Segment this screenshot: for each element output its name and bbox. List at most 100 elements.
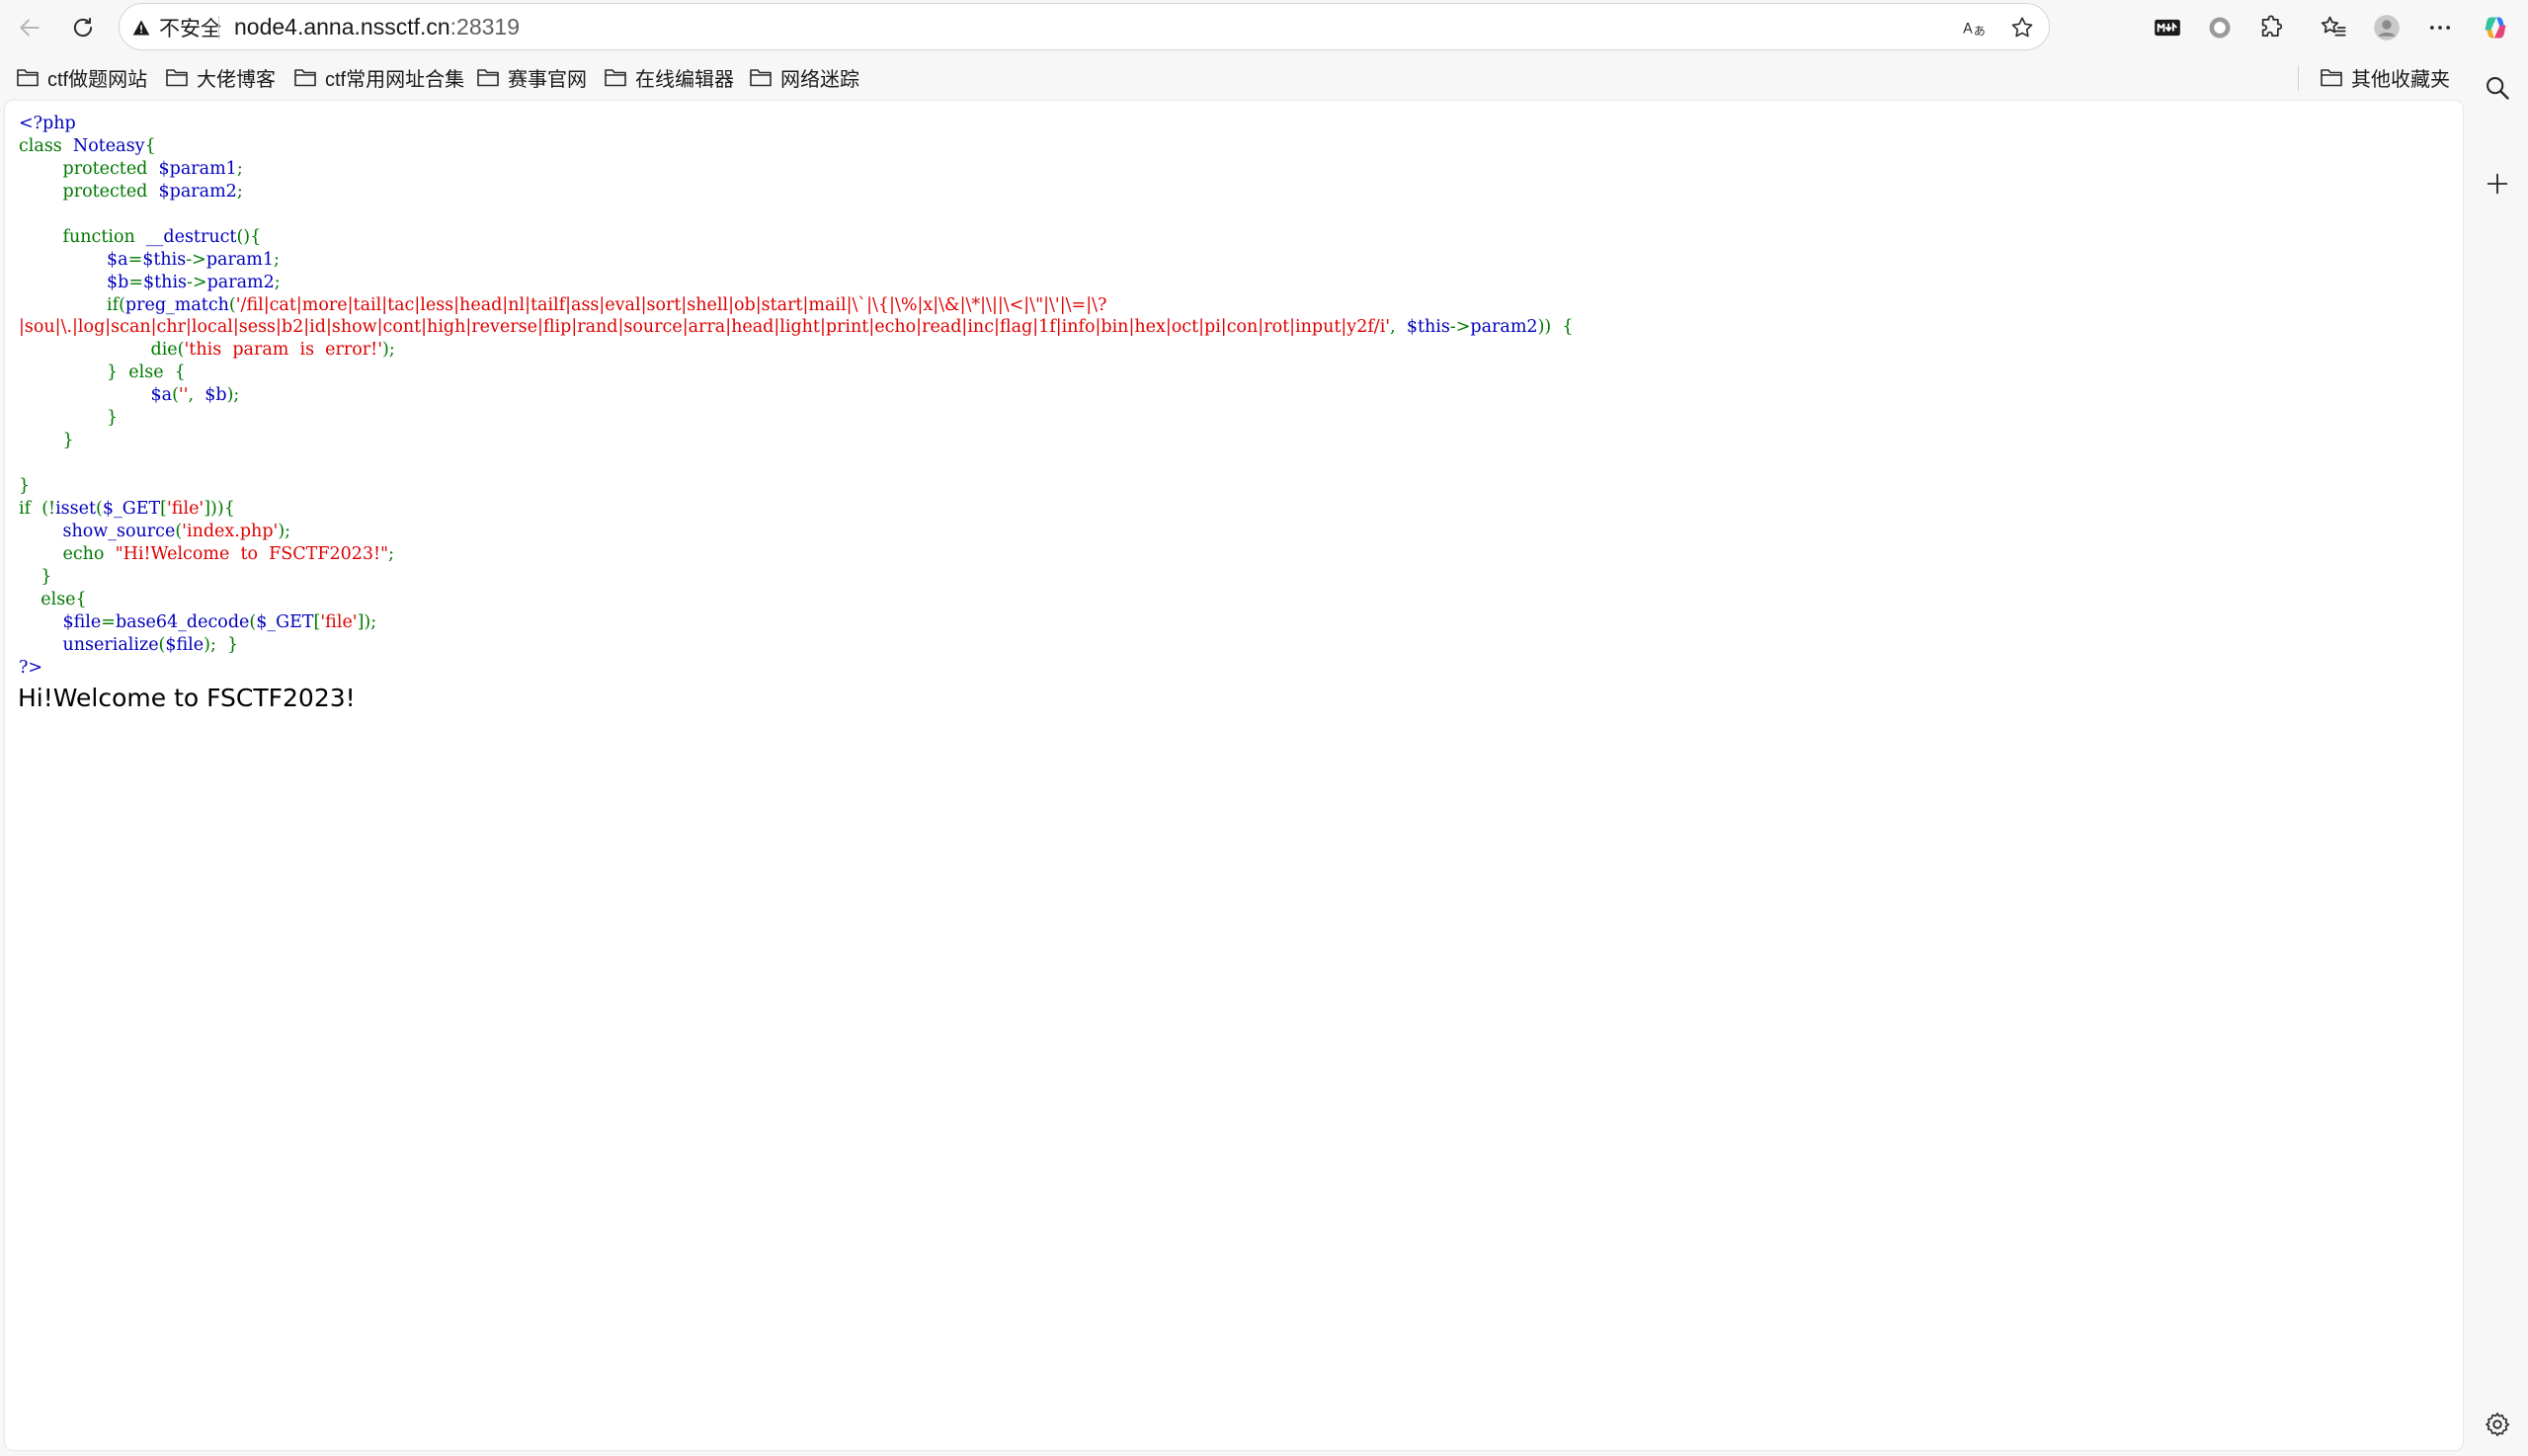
code-token: base64_decode [115,611,250,632]
code-token: else{ [19,589,87,609]
back-button[interactable] [8,8,51,47]
code-token: ); [226,385,240,406]
folder-icon [294,69,316,87]
code-token: ( [228,294,236,315]
code-line [19,452,1574,475]
page-output-text: Hi!Welcome to FSCTF2023! [18,684,356,712]
markdown-extension-button[interactable] [2150,10,2185,45]
read-aloud-button[interactable]: Aあ [1959,12,1991,43]
code-token: if( [19,294,125,315]
code-token: ( [96,498,103,519]
copilot-button[interactable] [2478,10,2513,45]
code-token: die( [19,340,185,361]
reload-icon [73,17,93,38]
code-token: } [19,408,119,429]
code-token: $this [1406,317,1450,338]
sidebar-settings-button[interactable] [2480,1407,2515,1442]
code-token: ); [278,521,291,541]
code-token: "Hi!Welcome to FSCTF2023!" [115,543,389,564]
bookmarks-bar: ctf做题网站 大佬博客 ctf常用网址合集 赛事官网 在线编辑器 网络迷踪 其… [0,57,2450,97]
code-token: |sou|\.|log|scan|chr|local|sess|b2|id|sh… [19,317,1391,338]
plus-icon [2487,173,2508,195]
code-token: $this [142,249,187,270]
code-line: protected $param2; [19,181,1574,203]
sidebar-add-button[interactable] [2480,166,2515,202]
bookmark-folder-editors[interactable]: 在线编辑器 [604,61,734,93]
address-bar[interactable]: 不安全 node4.anna.nssctf.cn:28319 Aあ [119,3,2050,50]
folder-icon [477,69,499,87]
code-line: protected $param1; [19,158,1574,181]
code-token: } [19,476,31,496]
code-token: '' [178,385,189,406]
url-port: :28319 [449,14,521,40]
code-token: ); } [204,634,239,655]
bookmark-folder-blogs[interactable]: 大佬博客 [165,61,276,93]
bookmark-folder-osint[interactable]: 网络迷踪 [749,61,859,93]
svg-text:あ: あ [1974,25,1986,39]
code-token: $_GET [102,498,161,519]
code-token: = [128,272,144,292]
bookmark-label: 在线编辑器 [635,68,734,91]
code-token: preg_match [124,294,229,315]
folder-icon [17,69,39,87]
browser-toolbar: 不安全 node4.anna.nssctf.cn:28319 Aあ [0,0,2528,55]
security-indicator[interactable]: 不安全 [131,14,221,41]
bookmark-label: 赛事官网 [508,68,587,91]
favorites-button[interactable] [2316,10,2351,45]
favorite-button[interactable] [2006,12,2038,43]
code-token: $param1 [158,158,237,179]
folder-icon [605,69,626,87]
code-token: '/fil|cat|more|tail|tac|less|head|nl|tai… [235,294,1107,315]
code-line: show_source('index.php'); [19,521,1574,543]
code-line: if (!isset($_GET['file'])){ [19,498,1574,521]
code-token: if (! [19,498,56,519]
bookmark-folder-events[interactable]: 赛事官网 [476,61,587,93]
reload-button[interactable] [61,8,105,47]
code-line: <?php [19,113,1574,135]
code-token: = [127,249,143,270]
code-line: } [19,430,1574,452]
code-line: $a=$this->param1; [19,249,1574,272]
code-token: { [144,135,156,156]
url-text[interactable]: node4.anna.nssctf.cn:28319 [234,14,520,40]
folder-icon [2321,69,2342,87]
puzzle-icon [2261,15,2283,38]
code-line: $file=base64_decode($_GET['file']); [19,611,1574,634]
code-line [19,203,1574,226]
profile-button[interactable] [2369,10,2405,45]
settings-and-more-button[interactable] [2422,10,2458,45]
security-label: 不安全 [159,18,221,40]
code-token: $param2 [158,181,237,202]
code-token: Noteasy [72,135,145,156]
bookmark-folder-ctf-urls[interactable]: ctf常用网址合集 [293,61,464,93]
code-token: ; [388,543,395,564]
circle-icon [2209,17,2231,39]
code-token: $a [19,385,173,406]
code-token: ; [274,272,281,292]
code-token: $this [143,272,188,292]
code-token: = [101,611,116,632]
code-token: -> [1449,317,1471,338]
extensions-button[interactable] [2254,10,2290,45]
code-line: } else { [19,362,1574,384]
code-token: ; [274,249,280,270]
sidebar-search-button[interactable] [2480,70,2515,106]
code-token: echo [19,543,116,564]
bookmark-folder-other[interactable]: 其他收藏夹 [2320,61,2450,93]
code-token: 'this param is error!' [184,340,383,361]
code-line: ?> [19,657,1574,680]
code-line: function __destruct(){ [19,226,1574,249]
record-extension-button[interactable] [2202,10,2238,45]
bookmark-folder-ctf-sites[interactable]: ctf做题网站 [16,61,147,93]
warning-icon [132,20,150,36]
code-token: ; [236,158,243,179]
more-horizontal-icon [2429,26,2451,30]
bookmark-label: ctf做题网站 [47,68,148,91]
code-token: } [19,431,74,451]
code-line: } [19,407,1574,430]
php-source-code: <?php class Noteasy{ protected $param1; p… [19,113,1574,679]
code-line: if(preg_match('/fil|cat|more|tail|tac|le… [19,294,1574,317]
code-token: 'file' [320,611,358,632]
code-token: (){ [236,226,262,247]
star-icon [2011,17,2033,38]
